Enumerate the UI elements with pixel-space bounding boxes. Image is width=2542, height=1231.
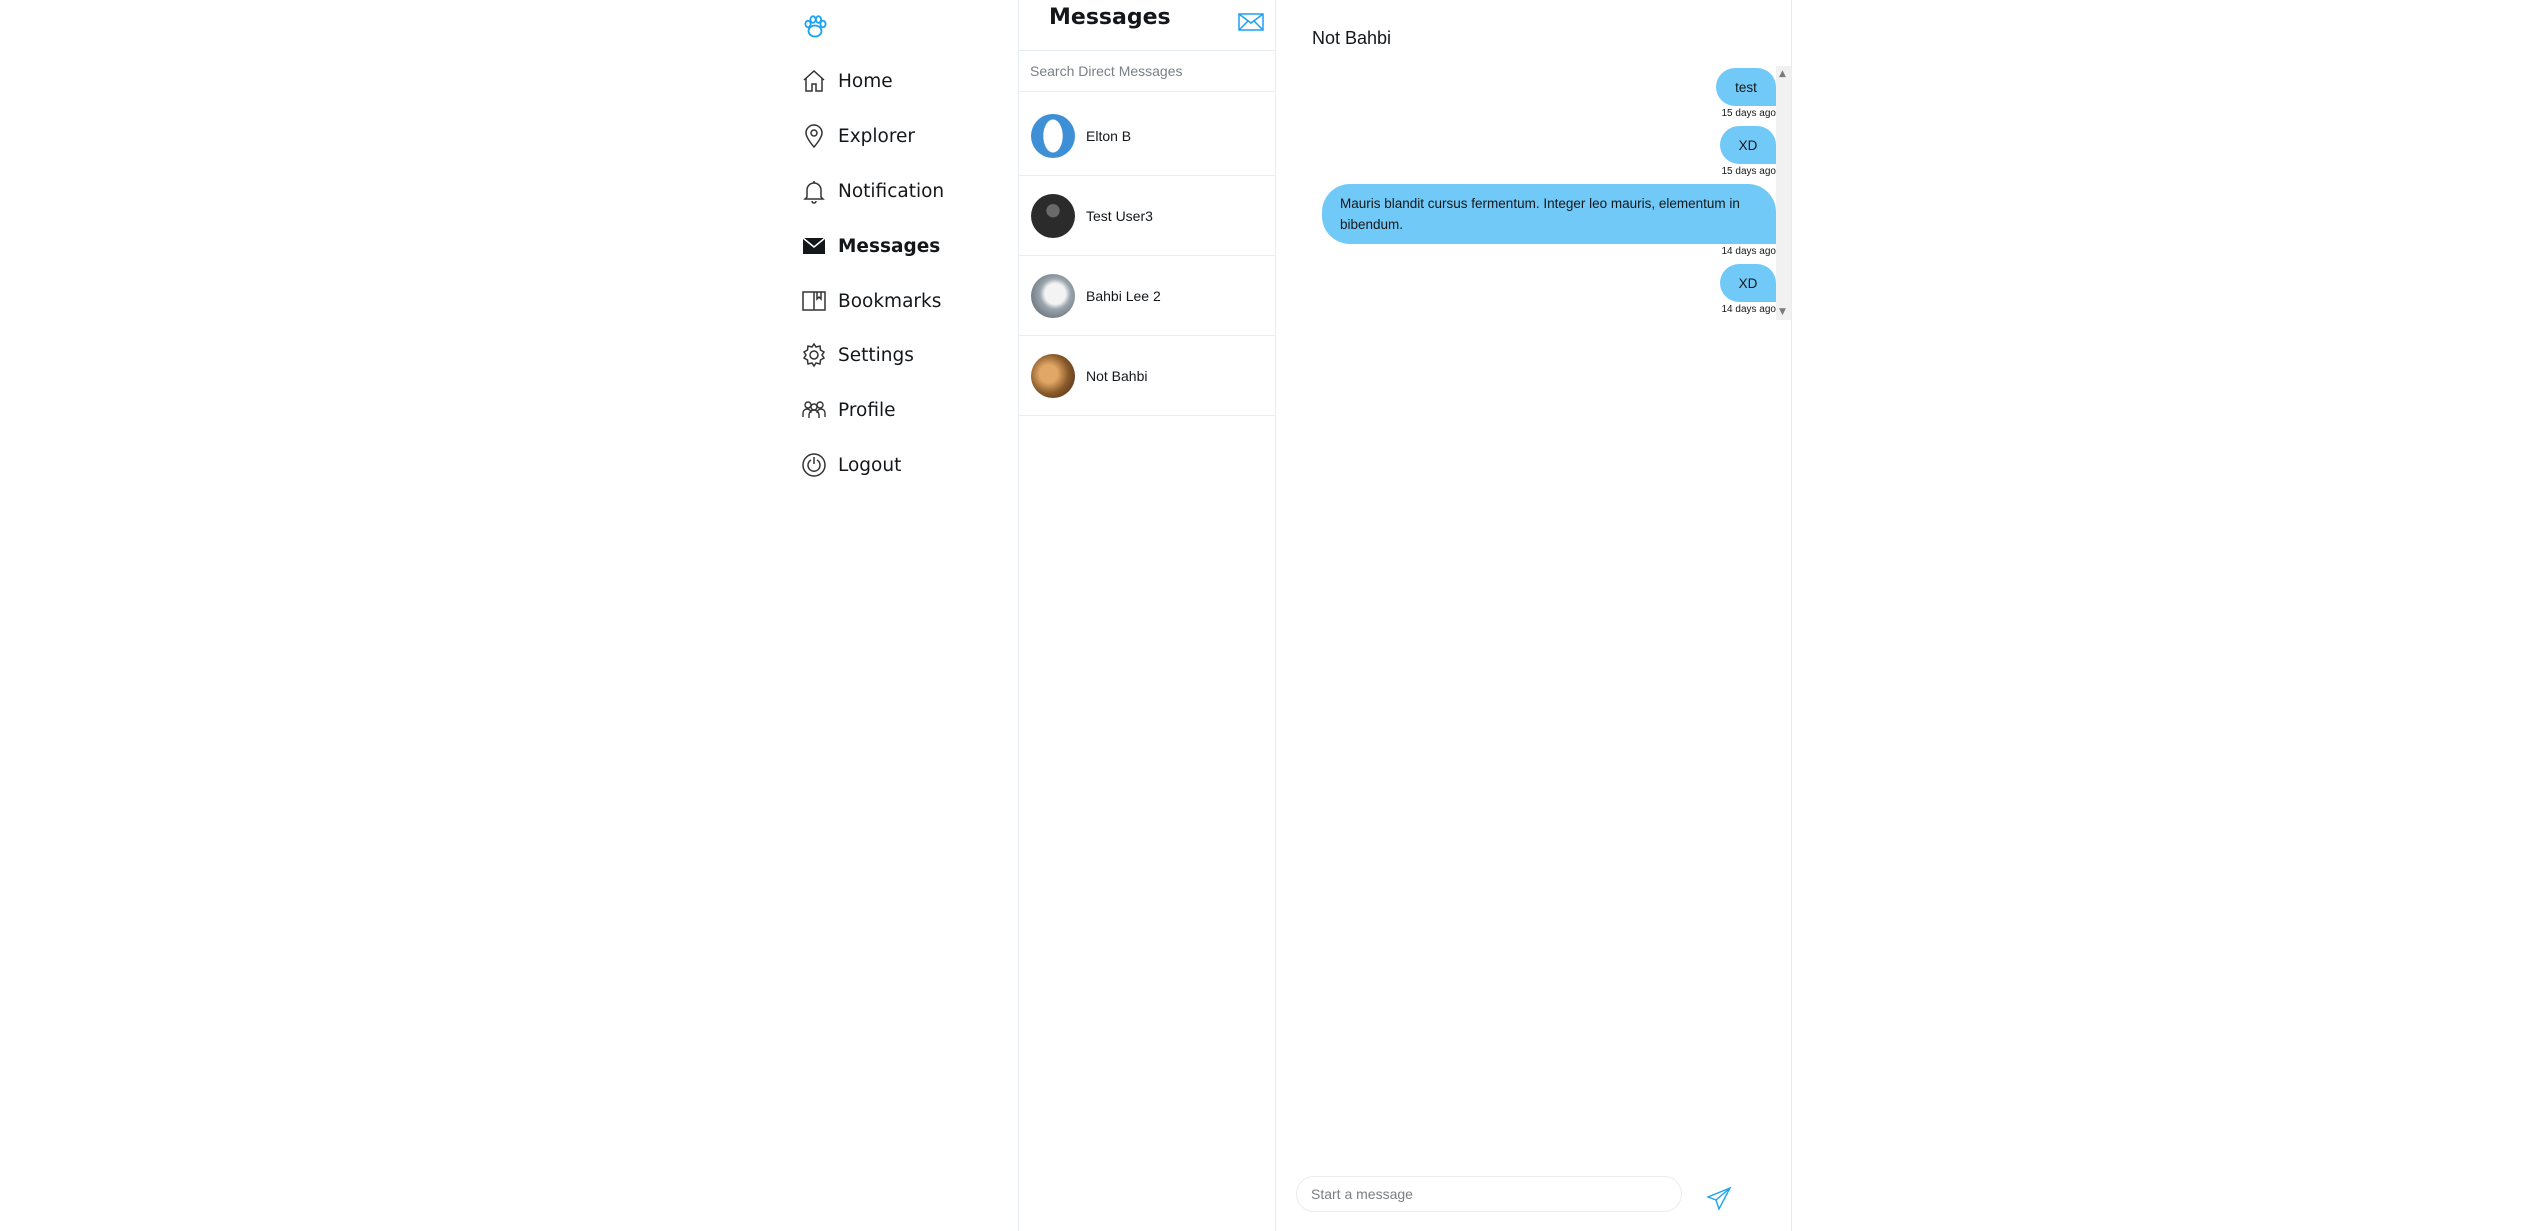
power-icon (800, 451, 828, 479)
message-input[interactable] (1297, 1177, 1681, 1211)
users-icon (800, 396, 828, 424)
conversation-name: Bahbi Lee 2 (1086, 287, 1161, 304)
sidebar-item-home[interactable]: Home (800, 63, 893, 99)
message-thread[interactable]: test 15 days ago XD 15 days ago Mauris b… (1276, 66, 1776, 320)
avatar (1031, 193, 1075, 238)
message-timestamp: 14 days ago (1721, 304, 1777, 315)
envelope-icon (800, 232, 828, 260)
sidebar-nav: Home Explorer Notification Messages Book (800, 0, 1020, 1231)
home-icon (800, 67, 828, 95)
sidebar-item-label: Settings (838, 344, 914, 366)
messages-list-header: Messages (1019, 0, 1275, 48)
send-button[interactable] (1706, 1186, 1732, 1212)
sidebar-item-bookmarks[interactable]: Bookmarks (800, 283, 941, 319)
sidebar-item-notification[interactable]: Notification (800, 173, 944, 209)
gear-icon (800, 341, 828, 369)
messages-list-panel: Messages Elton B Test User3 Bahbi Lee 2 … (1018, 0, 1276, 1231)
message-composer[interactable] (1296, 1176, 1682, 1212)
sidebar-item-label: Home (838, 70, 893, 92)
sidebar-item-label: Bookmarks (838, 290, 942, 312)
avatar (1031, 353, 1075, 398)
sidebar-item-label: Notification (838, 180, 945, 202)
scroll-down-arrow-icon[interactable]: ▼ (1779, 307, 1786, 317)
new-message-button[interactable] (1237, 10, 1265, 34)
envelope-outline-icon (1238, 13, 1264, 31)
sidebar-item-label: Profile (838, 399, 896, 421)
paper-plane-icon (1706, 1186, 1732, 1211)
sidebar-item-profile[interactable]: Profile (800, 392, 896, 428)
conversation-item[interactable]: Elton B (1019, 96, 1275, 176)
location-pin-icon (800, 122, 828, 150)
bell-icon (800, 177, 828, 205)
avatar (1031, 273, 1075, 318)
sidebar-item-label: Explorer (838, 125, 916, 147)
page-title: Messages (1049, 5, 1171, 30)
message-timestamp: 14 days ago (1721, 246, 1777, 257)
conversation-name: Elton B (1086, 127, 1132, 144)
sidebar-item-label: Messages (838, 235, 941, 257)
message-bubble: test (1716, 68, 1776, 106)
sidebar-item-settings[interactable]: Settings (800, 337, 914, 373)
search-field[interactable] (1019, 50, 1275, 92)
chat-recipient-name: Not Bahbi (1312, 28, 1392, 48)
avatar (1031, 113, 1075, 158)
conversation-item[interactable]: Test User3 (1019, 176, 1275, 256)
search-input[interactable] (1019, 51, 1275, 91)
message-bubble: XD (1720, 126, 1776, 164)
chat-panel: Not Bahbi test 15 days ago XD 15 days ag… (1276, 0, 1792, 1231)
conversation-item-active[interactable]: Not Bahbi (1019, 336, 1275, 416)
message-timestamp: 15 days ago (1721, 108, 1777, 119)
conversation-item[interactable]: Bahbi Lee 2 (1019, 256, 1275, 336)
message-timestamp: 15 days ago (1721, 166, 1777, 177)
app-root: Home Explorer Notification Messages Book (0, 0, 2542, 1231)
sidebar-item-logout[interactable]: Logout (800, 447, 901, 483)
sidebar-item-label: Logout (838, 454, 902, 476)
message-bubble: Mauris blandit cursus fermentum. Integer… (1322, 184, 1776, 244)
conversation-name: Not Bahbi (1086, 367, 1148, 384)
scroll-up-arrow-icon[interactable]: ▲ (1779, 69, 1786, 79)
book-icon (800, 287, 828, 315)
sidebar-item-explorer[interactable]: Explorer (800, 118, 915, 154)
conversation-name: Test User3 (1086, 207, 1153, 224)
message-bubble: XD (1720, 264, 1776, 302)
sidebar-item-messages[interactable]: Messages (800, 228, 940, 264)
thread-scrollbar[interactable]: ▲ ▼ (1776, 66, 1791, 320)
paw-icon[interactable] (800, 12, 830, 42)
